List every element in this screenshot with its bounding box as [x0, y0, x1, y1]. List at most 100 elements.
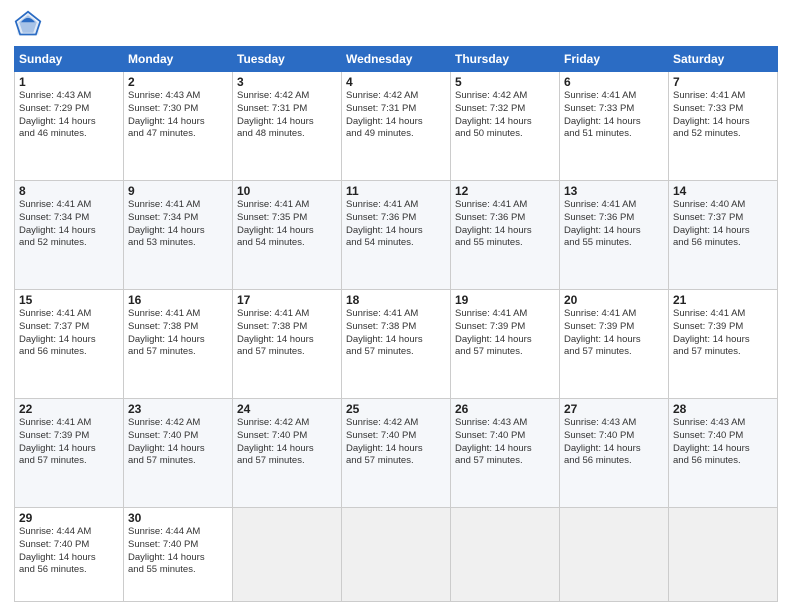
day-number: 2 [128, 75, 228, 89]
day-number: 28 [673, 402, 773, 416]
calendar-cell: 18Sunrise: 4:41 AM Sunset: 7:38 PM Dayli… [342, 289, 451, 398]
day-info: Sunrise: 4:44 AM Sunset: 7:40 PM Dayligh… [19, 526, 119, 577]
day-number: 9 [128, 184, 228, 198]
col-header-sunday: Sunday [15, 47, 124, 72]
calendar-cell: 20Sunrise: 4:41 AM Sunset: 7:39 PM Dayli… [560, 289, 669, 398]
calendar-cell: 21Sunrise: 4:41 AM Sunset: 7:39 PM Dayli… [669, 289, 778, 398]
calendar-cell: 10Sunrise: 4:41 AM Sunset: 7:35 PM Dayli… [233, 180, 342, 289]
day-number: 16 [128, 293, 228, 307]
day-number: 26 [455, 402, 555, 416]
calendar-cell: 8Sunrise: 4:41 AM Sunset: 7:34 PM Daylig… [15, 180, 124, 289]
calendar-cell: 29Sunrise: 4:44 AM Sunset: 7:40 PM Dayli… [15, 507, 124, 601]
col-header-monday: Monday [124, 47, 233, 72]
day-info: Sunrise: 4:41 AM Sunset: 7:34 PM Dayligh… [128, 199, 228, 250]
day-number: 13 [564, 184, 664, 198]
day-number: 21 [673, 293, 773, 307]
calendar-week-row: 22Sunrise: 4:41 AM Sunset: 7:39 PM Dayli… [15, 398, 778, 507]
day-info: Sunrise: 4:43 AM Sunset: 7:29 PM Dayligh… [19, 90, 119, 141]
day-info: Sunrise: 4:40 AM Sunset: 7:37 PM Dayligh… [673, 199, 773, 250]
day-info: Sunrise: 4:41 AM Sunset: 7:39 PM Dayligh… [673, 308, 773, 359]
calendar-cell: 11Sunrise: 4:41 AM Sunset: 7:36 PM Dayli… [342, 180, 451, 289]
day-info: Sunrise: 4:41 AM Sunset: 7:36 PM Dayligh… [455, 199, 555, 250]
day-number: 18 [346, 293, 446, 307]
col-header-thursday: Thursday [451, 47, 560, 72]
day-info: Sunrise: 4:41 AM Sunset: 7:34 PM Dayligh… [19, 199, 119, 250]
day-info: Sunrise: 4:42 AM Sunset: 7:31 PM Dayligh… [237, 90, 337, 141]
calendar-cell: 19Sunrise: 4:41 AM Sunset: 7:39 PM Dayli… [451, 289, 560, 398]
calendar-cell [669, 507, 778, 601]
calendar-cell: 4Sunrise: 4:42 AM Sunset: 7:31 PM Daylig… [342, 72, 451, 181]
day-info: Sunrise: 4:41 AM Sunset: 7:33 PM Dayligh… [564, 90, 664, 141]
day-number: 30 [128, 511, 228, 525]
day-number: 5 [455, 75, 555, 89]
day-info: Sunrise: 4:42 AM Sunset: 7:40 PM Dayligh… [128, 417, 228, 468]
calendar-cell: 16Sunrise: 4:41 AM Sunset: 7:38 PM Dayli… [124, 289, 233, 398]
day-number: 22 [19, 402, 119, 416]
logo-icon [14, 10, 42, 38]
day-number: 3 [237, 75, 337, 89]
day-number: 24 [237, 402, 337, 416]
calendar-cell [233, 507, 342, 601]
calendar-cell: 14Sunrise: 4:40 AM Sunset: 7:37 PM Dayli… [669, 180, 778, 289]
calendar-week-row: 29Sunrise: 4:44 AM Sunset: 7:40 PM Dayli… [15, 507, 778, 601]
calendar-cell: 3Sunrise: 4:42 AM Sunset: 7:31 PM Daylig… [233, 72, 342, 181]
page: SundayMondayTuesdayWednesdayThursdayFrid… [0, 0, 792, 612]
calendar-cell: 6Sunrise: 4:41 AM Sunset: 7:33 PM Daylig… [560, 72, 669, 181]
day-number: 19 [455, 293, 555, 307]
day-number: 20 [564, 293, 664, 307]
calendar-cell: 7Sunrise: 4:41 AM Sunset: 7:33 PM Daylig… [669, 72, 778, 181]
day-info: Sunrise: 4:41 AM Sunset: 7:33 PM Dayligh… [673, 90, 773, 141]
col-header-friday: Friday [560, 47, 669, 72]
day-info: Sunrise: 4:42 AM Sunset: 7:31 PM Dayligh… [346, 90, 446, 141]
day-number: 6 [564, 75, 664, 89]
day-number: 15 [19, 293, 119, 307]
day-info: Sunrise: 4:41 AM Sunset: 7:38 PM Dayligh… [237, 308, 337, 359]
day-number: 17 [237, 293, 337, 307]
day-info: Sunrise: 4:41 AM Sunset: 7:39 PM Dayligh… [455, 308, 555, 359]
calendar-table: SundayMondayTuesdayWednesdayThursdayFrid… [14, 46, 778, 602]
calendar-cell: 9Sunrise: 4:41 AM Sunset: 7:34 PM Daylig… [124, 180, 233, 289]
day-number: 25 [346, 402, 446, 416]
day-info: Sunrise: 4:43 AM Sunset: 7:40 PM Dayligh… [455, 417, 555, 468]
col-header-tuesday: Tuesday [233, 47, 342, 72]
day-info: Sunrise: 4:44 AM Sunset: 7:40 PM Dayligh… [128, 526, 228, 577]
calendar-header-row: SundayMondayTuesdayWednesdayThursdayFrid… [15, 47, 778, 72]
calendar-cell: 23Sunrise: 4:42 AM Sunset: 7:40 PM Dayli… [124, 398, 233, 507]
day-info: Sunrise: 4:41 AM Sunset: 7:36 PM Dayligh… [564, 199, 664, 250]
col-header-wednesday: Wednesday [342, 47, 451, 72]
day-info: Sunrise: 4:41 AM Sunset: 7:38 PM Dayligh… [346, 308, 446, 359]
calendar-cell: 1Sunrise: 4:43 AM Sunset: 7:29 PM Daylig… [15, 72, 124, 181]
day-number: 7 [673, 75, 773, 89]
day-info: Sunrise: 4:42 AM Sunset: 7:40 PM Dayligh… [237, 417, 337, 468]
day-info: Sunrise: 4:41 AM Sunset: 7:39 PM Dayligh… [564, 308, 664, 359]
day-info: Sunrise: 4:41 AM Sunset: 7:39 PM Dayligh… [19, 417, 119, 468]
calendar-cell [560, 507, 669, 601]
day-number: 29 [19, 511, 119, 525]
day-info: Sunrise: 4:43 AM Sunset: 7:40 PM Dayligh… [564, 417, 664, 468]
day-number: 12 [455, 184, 555, 198]
day-info: Sunrise: 4:41 AM Sunset: 7:35 PM Dayligh… [237, 199, 337, 250]
calendar-cell [342, 507, 451, 601]
day-info: Sunrise: 4:41 AM Sunset: 7:38 PM Dayligh… [128, 308, 228, 359]
day-number: 10 [237, 184, 337, 198]
day-info: Sunrise: 4:42 AM Sunset: 7:40 PM Dayligh… [346, 417, 446, 468]
day-number: 23 [128, 402, 228, 416]
calendar-cell: 13Sunrise: 4:41 AM Sunset: 7:36 PM Dayli… [560, 180, 669, 289]
day-info: Sunrise: 4:43 AM Sunset: 7:30 PM Dayligh… [128, 90, 228, 141]
day-number: 27 [564, 402, 664, 416]
calendar-cell: 12Sunrise: 4:41 AM Sunset: 7:36 PM Dayli… [451, 180, 560, 289]
day-number: 8 [19, 184, 119, 198]
calendar-cell: 28Sunrise: 4:43 AM Sunset: 7:40 PM Dayli… [669, 398, 778, 507]
day-info: Sunrise: 4:43 AM Sunset: 7:40 PM Dayligh… [673, 417, 773, 468]
header [14, 10, 778, 38]
calendar-cell: 24Sunrise: 4:42 AM Sunset: 7:40 PM Dayli… [233, 398, 342, 507]
day-info: Sunrise: 4:41 AM Sunset: 7:37 PM Dayligh… [19, 308, 119, 359]
calendar-cell: 15Sunrise: 4:41 AM Sunset: 7:37 PM Dayli… [15, 289, 124, 398]
calendar-cell: 27Sunrise: 4:43 AM Sunset: 7:40 PM Dayli… [560, 398, 669, 507]
col-header-saturday: Saturday [669, 47, 778, 72]
day-number: 4 [346, 75, 446, 89]
day-number: 14 [673, 184, 773, 198]
calendar-cell: 2Sunrise: 4:43 AM Sunset: 7:30 PM Daylig… [124, 72, 233, 181]
calendar-cell: 26Sunrise: 4:43 AM Sunset: 7:40 PM Dayli… [451, 398, 560, 507]
calendar-cell [451, 507, 560, 601]
